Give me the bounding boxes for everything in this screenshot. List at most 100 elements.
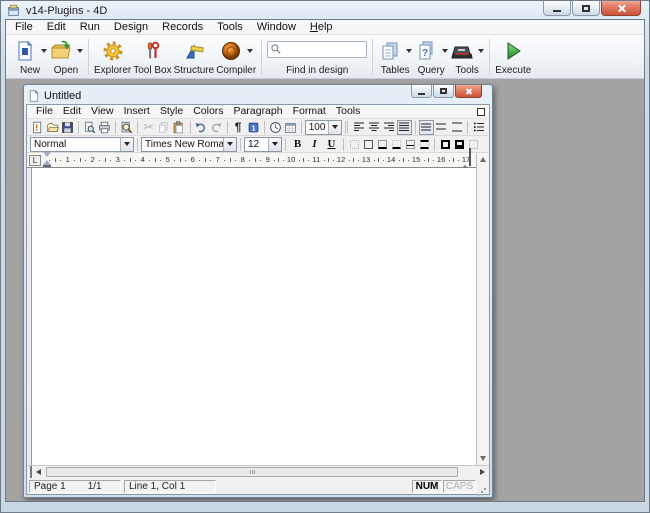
toolbox-button[interactable]: Tool Box bbox=[132, 37, 172, 77]
menu-item-file[interactable]: File bbox=[8, 20, 40, 34]
line-spacing-double-button[interactable] bbox=[449, 120, 464, 135]
print-preview-button[interactable] bbox=[82, 120, 97, 135]
scroll-right-button[interactable] bbox=[476, 466, 489, 478]
compiler-dropdown-caret[interactable] bbox=[247, 49, 254, 53]
align-center-button[interactable] bbox=[366, 120, 381, 135]
tab-selector-button[interactable]: L bbox=[29, 154, 41, 166]
new-button[interactable]: New bbox=[12, 37, 48, 77]
find-in-design-input[interactable] bbox=[267, 40, 368, 58]
editor-close-button[interactable] bbox=[455, 85, 482, 98]
execute-button[interactable]: Execute bbox=[494, 37, 532, 77]
style-combobox[interactable]: Normal bbox=[30, 136, 134, 152]
font-size-dropdown-button[interactable] bbox=[268, 137, 281, 151]
document-restore-icon[interactable] bbox=[477, 107, 485, 116]
menu-item-run[interactable]: Run bbox=[73, 20, 107, 34]
document-page[interactable] bbox=[27, 168, 476, 465]
border-bottom-button[interactable] bbox=[389, 137, 403, 151]
open-doc-button[interactable] bbox=[45, 120, 60, 135]
font-size-combobox[interactable]: 12 bbox=[244, 136, 282, 152]
underline-button[interactable]: U bbox=[323, 137, 340, 152]
editor-menu-item-colors[interactable]: Colors bbox=[188, 105, 228, 118]
print-button[interactable] bbox=[97, 120, 112, 135]
undo-button[interactable] bbox=[193, 120, 208, 135]
border-none-button[interactable] bbox=[347, 137, 361, 151]
zoom-dropdown-button[interactable] bbox=[328, 120, 342, 134]
title-bar[interactable]: v14-Plugins - 4D bbox=[1, 1, 649, 19]
application-window: v14-Plugins - 4D File Edit Run Design Record… bbox=[0, 0, 650, 513]
scrollbar-thumb[interactable] bbox=[46, 467, 458, 477]
open-dropdown-caret[interactable] bbox=[77, 49, 83, 53]
font-dropdown-button[interactable] bbox=[223, 137, 236, 151]
editor-menu-item-tools[interactable]: Tools bbox=[331, 105, 366, 118]
save-button[interactable] bbox=[60, 120, 75, 135]
scroll-up-button[interactable] bbox=[477, 153, 489, 166]
line-spacing-1-5-button[interactable] bbox=[434, 120, 449, 135]
right-indent-marker[interactable] bbox=[461, 147, 471, 169]
menu-item-design[interactable]: Design bbox=[107, 20, 155, 34]
editor-menu-item-insert[interactable]: Insert bbox=[119, 105, 155, 118]
cut-button[interactable]: ✂ bbox=[141, 120, 156, 135]
toolbar-separator bbox=[78, 120, 80, 134]
line-spacing-single-button[interactable] bbox=[418, 119, 434, 135]
menu-item-window[interactable]: Window bbox=[250, 20, 303, 34]
resize-grip[interactable] bbox=[478, 482, 487, 491]
menu-item-records[interactable]: Records bbox=[155, 20, 210, 34]
close-button[interactable] bbox=[601, 1, 641, 16]
font-combobox[interactable]: Times New Roman bbox=[141, 136, 237, 152]
align-justify-button[interactable] bbox=[396, 119, 412, 135]
insert-page-number-button[interactable]: 1 bbox=[246, 120, 261, 135]
minimize-button[interactable] bbox=[543, 1, 571, 16]
align-left-button[interactable] bbox=[351, 120, 366, 135]
compiler-button[interactable]: Compiler bbox=[215, 37, 257, 77]
editor-title-bar[interactable]: Untitled bbox=[26, 85, 490, 104]
editor-menu-item-paragraph[interactable]: Paragraph bbox=[229, 105, 288, 118]
tools-button[interactable]: Tools bbox=[449, 37, 485, 77]
scrollbar-track[interactable] bbox=[45, 466, 476, 478]
border-top-bottom-button[interactable] bbox=[417, 137, 431, 151]
structure-button[interactable]: Structure bbox=[173, 37, 216, 77]
italic-button[interactable]: I bbox=[306, 137, 323, 152]
editor-minimize-button[interactable] bbox=[411, 85, 432, 98]
editor-menu-item-format[interactable]: Format bbox=[288, 105, 331, 118]
query-button[interactable]: ? Query bbox=[413, 37, 449, 77]
tables-button[interactable]: Tables bbox=[377, 37, 413, 77]
vertical-scrollbar[interactable] bbox=[476, 153, 489, 465]
editor-menu-item-file[interactable]: File bbox=[31, 105, 58, 118]
find-button[interactable] bbox=[119, 120, 134, 135]
editor-menu-item-edit[interactable]: Edit bbox=[58, 105, 86, 118]
maximize-button[interactable] bbox=[572, 1, 600, 16]
zoom-combobox[interactable]: 100 bbox=[304, 119, 343, 135]
align-right-button[interactable] bbox=[382, 120, 397, 135]
insert-time-button[interactable] bbox=[268, 120, 283, 135]
open-button[interactable]: Open bbox=[48, 37, 84, 77]
editor-menu-item-style[interactable]: Style bbox=[155, 105, 188, 118]
copy-button[interactable] bbox=[156, 120, 171, 135]
tables-dropdown-caret[interactable] bbox=[406, 49, 413, 53]
query-dropdown-caret[interactable] bbox=[442, 49, 449, 53]
style-dropdown-button[interactable] bbox=[120, 137, 133, 151]
border-bottom-heavy-button[interactable] bbox=[375, 137, 389, 151]
menu-item-help[interactable]: Help bbox=[303, 20, 340, 34]
border-inside-button[interactable] bbox=[403, 137, 417, 151]
new-doc-button[interactable] bbox=[30, 120, 45, 135]
scroll-down-button[interactable] bbox=[477, 452, 489, 465]
border-box-button[interactable] bbox=[438, 137, 452, 151]
first-line-indent-marker[interactable] bbox=[43, 151, 51, 157]
menu-item-tools[interactable]: Tools bbox=[210, 20, 250, 34]
horizontal-scrollbar[interactable] bbox=[27, 465, 489, 478]
insert-date-button[interactable] bbox=[283, 120, 298, 135]
show-invisibles-button[interactable]: ¶ bbox=[231, 120, 246, 135]
paste-button[interactable] bbox=[171, 120, 186, 135]
scroll-left-button[interactable] bbox=[32, 466, 45, 478]
editor-menu-item-view[interactable]: View bbox=[86, 105, 119, 118]
border-outline-button[interactable] bbox=[361, 137, 375, 151]
explorer-button[interactable]: Explorer bbox=[93, 37, 132, 77]
tools-dropdown-caret[interactable] bbox=[478, 49, 485, 53]
bold-button[interactable]: B bbox=[289, 137, 306, 152]
new-dropdown-caret[interactable] bbox=[41, 49, 47, 53]
redo-button[interactable] bbox=[209, 120, 224, 135]
bullet-list-button[interactable] bbox=[471, 120, 486, 135]
menu-item-edit[interactable]: Edit bbox=[40, 20, 73, 34]
editor-maximize-button[interactable] bbox=[433, 85, 454, 98]
left-indent-marker[interactable] bbox=[43, 164, 51, 167]
